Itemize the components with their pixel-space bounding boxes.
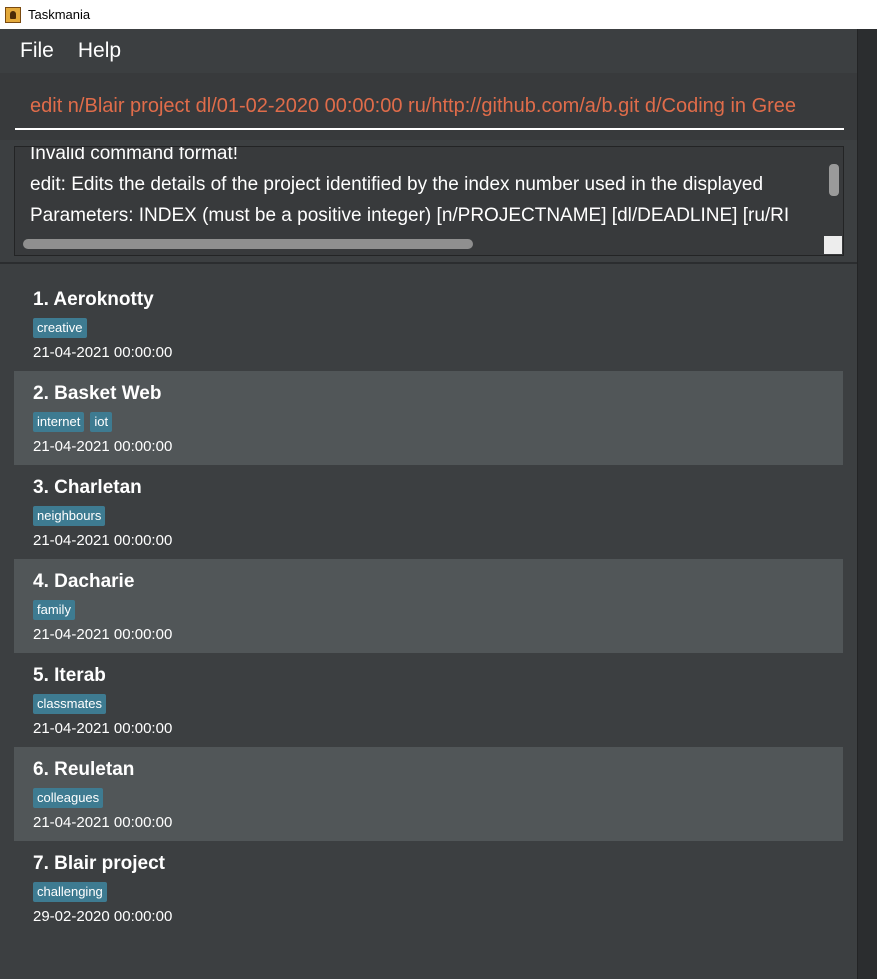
- tag-badge: colleagues: [33, 788, 104, 808]
- project-card[interactable]: 3. Charletan neighbours 21-04-2021 00:00…: [14, 465, 843, 559]
- project-card[interactable]: 4. Dacharie family 21-04-2021 00:00:00: [14, 559, 843, 653]
- result-line-2: edit: Edits the details of the project i…: [30, 174, 764, 195]
- project-card[interactable]: 7. Blair project challenging 29-02-2020 …: [14, 841, 843, 935]
- tag-badge: creative: [33, 318, 87, 338]
- menu-help[interactable]: Help: [78, 39, 121, 63]
- project-card[interactable]: 5. Iterab classmates 21-04-2021 00:00:00: [14, 653, 843, 747]
- window-title: Taskmania: [28, 7, 91, 22]
- vertical-scrollbar-thumb[interactable]: [829, 164, 839, 196]
- project-card[interactable]: 6. Reuletan colleagues 21-04-2021 00:00:…: [14, 747, 843, 841]
- project-title: 7. Blair project: [33, 853, 165, 874]
- project-title: 2. Basket Web: [33, 383, 162, 404]
- project-tags: family: [33, 600, 81, 620]
- tag-badge: classmates: [33, 694, 107, 714]
- tag-badge: neighbours: [33, 506, 106, 526]
- project-card[interactable]: 2. Basket Web internet iot 21-04-2021 00…: [14, 371, 843, 465]
- project-tags: classmates: [33, 694, 112, 714]
- project-title: 4. Dacharie: [33, 571, 135, 592]
- tag-badge: challenging: [33, 882, 107, 902]
- window-edge: [857, 29, 877, 979]
- command-input[interactable]: edit n/Blair project dl/01-02-2020 00:00…: [15, 87, 844, 130]
- project-deadline: 21-04-2021 00:00:00: [33, 438, 173, 455]
- project-tags: colleagues: [33, 788, 109, 808]
- project-deadline: 21-04-2021 00:00:00: [33, 814, 173, 831]
- result-line-3: Parameters: INDEX (must be a positive in…: [30, 205, 790, 226]
- project-tags: challenging: [33, 882, 113, 902]
- project-card[interactable]: 1. Aeroknotty creative 21-04-2021 00:00:…: [14, 277, 843, 371]
- project-deadline: 21-04-2021 00:00:00: [33, 532, 173, 549]
- result-display[interactable]: Invalid command format! edit: Edits the …: [14, 146, 844, 256]
- project-list: 1. Aeroknotty creative 21-04-2021 00:00:…: [14, 277, 843, 935]
- scrollbar-corner: [824, 236, 842, 254]
- project-title: 3. Charletan: [33, 477, 142, 498]
- project-tags: neighbours: [33, 506, 111, 526]
- tag-badge: iot: [90, 412, 113, 432]
- project-deadline: 21-04-2021 00:00:00: [33, 626, 173, 643]
- project-tags: creative: [33, 318, 93, 338]
- window-titlebar: Taskmania: [0, 0, 877, 29]
- project-title: 1. Aeroknotty: [33, 289, 154, 310]
- result-line-1: Invalid command format!: [30, 146, 239, 164]
- tag-badge: internet: [33, 412, 85, 432]
- project-title: 5. Iterab: [33, 665, 106, 686]
- app-icon: [5, 6, 21, 23]
- command-box: edit n/Blair project dl/01-02-2020 00:00…: [0, 73, 857, 140]
- project-tags: internet iot: [33, 412, 118, 432]
- project-deadline: 21-04-2021 00:00:00: [33, 720, 173, 737]
- project-deadline: 21-04-2021 00:00:00: [33, 344, 173, 361]
- menu-file[interactable]: File: [20, 39, 54, 63]
- tag-badge: family: [33, 600, 75, 620]
- menu-bar: File Help: [0, 29, 857, 73]
- horizontal-scrollbar-thumb[interactable]: [23, 239, 473, 249]
- project-title: 6. Reuletan: [33, 759, 135, 780]
- divider: [0, 262, 857, 264]
- project-deadline: 29-02-2020 00:00:00: [33, 908, 173, 925]
- result-text: Invalid command format! edit: Edits the …: [30, 146, 825, 231]
